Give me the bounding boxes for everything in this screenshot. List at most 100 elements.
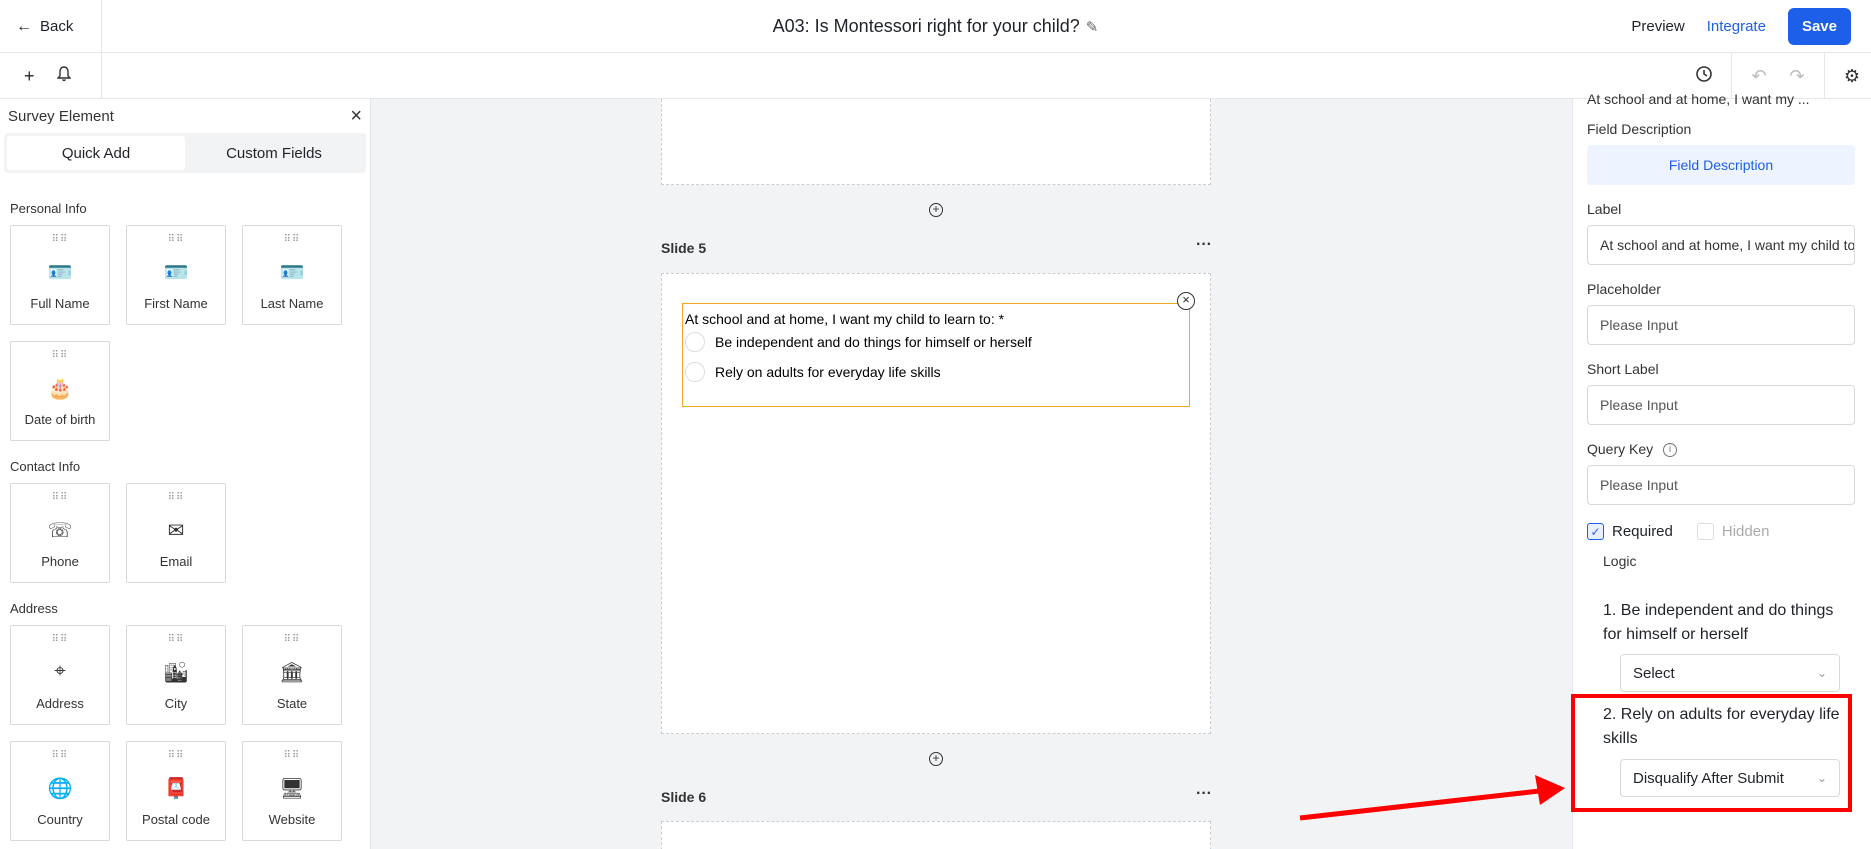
drag-handle-icon[interactable]: ⠿⠿: [11, 234, 109, 248]
logic-select-1[interactable]: Select ⌄: [1620, 654, 1840, 692]
logic-select-value: Select: [1633, 664, 1675, 682]
history-icon[interactable]: [1685, 65, 1723, 88]
close-icon[interactable]: ×: [350, 105, 362, 128]
placeholder-input[interactable]: Please Input: [1587, 305, 1855, 345]
question-block-selected[interactable]: At school and at home, I want my child t…: [682, 292, 1195, 407]
plus-icon[interactable]: +: [24, 66, 35, 87]
element-postal-code[interactable]: ⠿⠿ 📮 Postal code: [126, 741, 226, 841]
radio-option[interactable]: Be independent and do things for himself…: [685, 332, 1032, 352]
toolbar-left: +: [0, 53, 102, 99]
info-icon[interactable]: i: [1663, 443, 1678, 458]
panel-title: Survey Element: [8, 107, 114, 125]
element-email[interactable]: ⠿⠿ ✉ Email: [126, 483, 226, 583]
remove-question-icon[interactable]: ×: [1177, 292, 1195, 310]
id-card-icon: 🪪: [279, 262, 305, 284]
slide-5-title: Slide 5: [661, 240, 707, 256]
tab-custom-fields[interactable]: Custom Fields: [185, 136, 363, 170]
radio-option[interactable]: Rely on adults for everyday life skills: [685, 362, 941, 382]
required-label: Required: [1612, 523, 1673, 540]
top-actions: Preview Integrate Save: [1631, 0, 1851, 53]
id-card-icon: 🪪: [47, 262, 73, 284]
element-label: Email: [159, 554, 193, 569]
settings-sliders-icon[interactable]: ⚙: [1833, 66, 1871, 87]
hidden-checkbox[interactable]: [1696, 523, 1714, 540]
element-label: Phone: [41, 554, 79, 569]
capitol-building-icon: 🏛: [279, 662, 305, 684]
id-card-icon: 🪪: [163, 262, 189, 284]
add-slide-icon[interactable]: +: [929, 752, 943, 766]
back-button[interactable]: ← Back: [0, 0, 102, 53]
element-label: First Name: [144, 296, 208, 311]
drag-handle-icon[interactable]: ⠿⠿: [243, 234, 341, 248]
drag-handle-icon[interactable]: ⠿⠿: [11, 492, 109, 506]
element-website[interactable]: ⠿⠿ 🖥 Website: [242, 741, 342, 841]
query-key-field-label: Query Key i: [1587, 441, 1678, 458]
element-first-name[interactable]: ⠿⠿ 🪪 First Name: [126, 225, 226, 325]
label-input[interactable]: At school and at home, I want my child t…: [1587, 225, 1855, 265]
drag-handle-icon[interactable]: ⠿⠿: [11, 750, 109, 764]
element-label: Address: [36, 696, 84, 711]
section-personal-info: Personal Info: [10, 201, 87, 216]
slide-5-more-icon[interactable]: ···: [1196, 236, 1212, 254]
drag-handle-icon[interactable]: ⠿⠿: [11, 634, 109, 648]
drag-handle-icon[interactable]: ⠿⠿: [127, 634, 225, 648]
slide-6-card[interactable]: [661, 821, 1211, 849]
hidden-label: Hidden: [1721, 523, 1770, 540]
slide-4-card[interactable]: [661, 99, 1211, 185]
element-label: Website: [268, 812, 316, 827]
logic-label: Logic: [1603, 553, 1637, 569]
option-label: Rely on adults for everyday life skills: [715, 364, 941, 380]
top-bar: ← Back A03: Is Montessori right for your…: [0, 0, 1871, 53]
tab-quick-add[interactable]: Quick Add: [7, 136, 185, 170]
required-checkbox[interactable]: ✓: [1587, 523, 1604, 540]
drag-handle-icon[interactable]: ⠿⠿: [11, 350, 109, 364]
undo-icon[interactable]: ↶: [1740, 66, 1778, 87]
logic-text: Be independent and do things for himself…: [1603, 602, 1834, 643]
back-label: Back: [40, 18, 74, 35]
edit-pencil-icon[interactable]: ✎: [1086, 18, 1099, 36]
drag-handle-icon[interactable]: ⠿⠿: [243, 634, 341, 648]
label-field-label: Label: [1587, 201, 1622, 217]
element-full-name[interactable]: ⠿⠿ 🪪 Full Name: [10, 225, 110, 325]
preview-button[interactable]: Preview: [1631, 18, 1684, 35]
annotation-arrow: [1299, 775, 1565, 821]
element-last-name[interactable]: ⠿⠿ 🪪 Last Name: [242, 225, 342, 325]
element-city[interactable]: ⠿⠿ 🏙 City: [126, 625, 226, 725]
logic-number: 1.: [1603, 602, 1617, 619]
drag-handle-icon[interactable]: ⠿⠿: [243, 750, 341, 764]
element-address[interactable]: ⠿⠿ ⌖ Address: [10, 625, 110, 725]
option-label: Be independent and do things for himself…: [715, 334, 1032, 350]
page-title: A03: Is Montessori right for your child?…: [0, 0, 1871, 53]
element-phone[interactable]: ⠿⠿ ☏ Phone: [10, 483, 110, 583]
arrow-left-icon: ←: [16, 17, 32, 35]
short-label-input[interactable]: Please Input: [1587, 385, 1855, 425]
radio-button[interactable]: [685, 362, 705, 382]
field-description-button[interactable]: Field Description: [1587, 145, 1855, 185]
radio-button[interactable]: [685, 332, 705, 352]
bell-icon[interactable]: [55, 65, 72, 87]
redo-icon[interactable]: ↷: [1778, 66, 1816, 87]
query-key-input[interactable]: Please Input: [1587, 465, 1855, 505]
integrate-button[interactable]: Integrate: [1707, 18, 1766, 35]
globe-icon: 🌐: [47, 778, 73, 800]
element-country[interactable]: ⠿⠿ 🌐 Country: [10, 741, 110, 841]
panel-tabs: Quick Add Custom Fields: [4, 133, 366, 173]
element-state[interactable]: ⠿⠿ 🏛 State: [242, 625, 342, 725]
slide-6-title: Slide 6: [661, 789, 707, 805]
element-date-of-birth[interactable]: ⠿⠿ 🎂 Date of birth: [10, 341, 110, 441]
drag-handle-icon[interactable]: ⠿⠿: [127, 750, 225, 764]
add-slide-icon[interactable]: +: [929, 203, 943, 217]
drag-handle-icon[interactable]: ⠿⠿: [127, 234, 225, 248]
save-button[interactable]: Save: [1787, 8, 1851, 45]
field-description-label: Field Description: [1587, 121, 1692, 137]
element-label: City: [164, 696, 188, 711]
drag-handle-icon[interactable]: ⠿⠿: [127, 492, 225, 506]
field-title: At school and at home, I want my ...: [1587, 91, 1810, 107]
panel-header: Survey Element ×: [0, 99, 370, 133]
chevron-down-icon: ⌄: [1816, 666, 1827, 680]
placeholder-field-label: Placeholder: [1587, 281, 1661, 297]
question-text: At school and at home, I want my child t…: [685, 311, 1005, 327]
city-buildings-icon: 🏙: [163, 662, 189, 684]
slide-6-more-icon[interactable]: ···: [1196, 785, 1212, 803]
birthday-cake-icon: 🎂: [47, 378, 73, 400]
